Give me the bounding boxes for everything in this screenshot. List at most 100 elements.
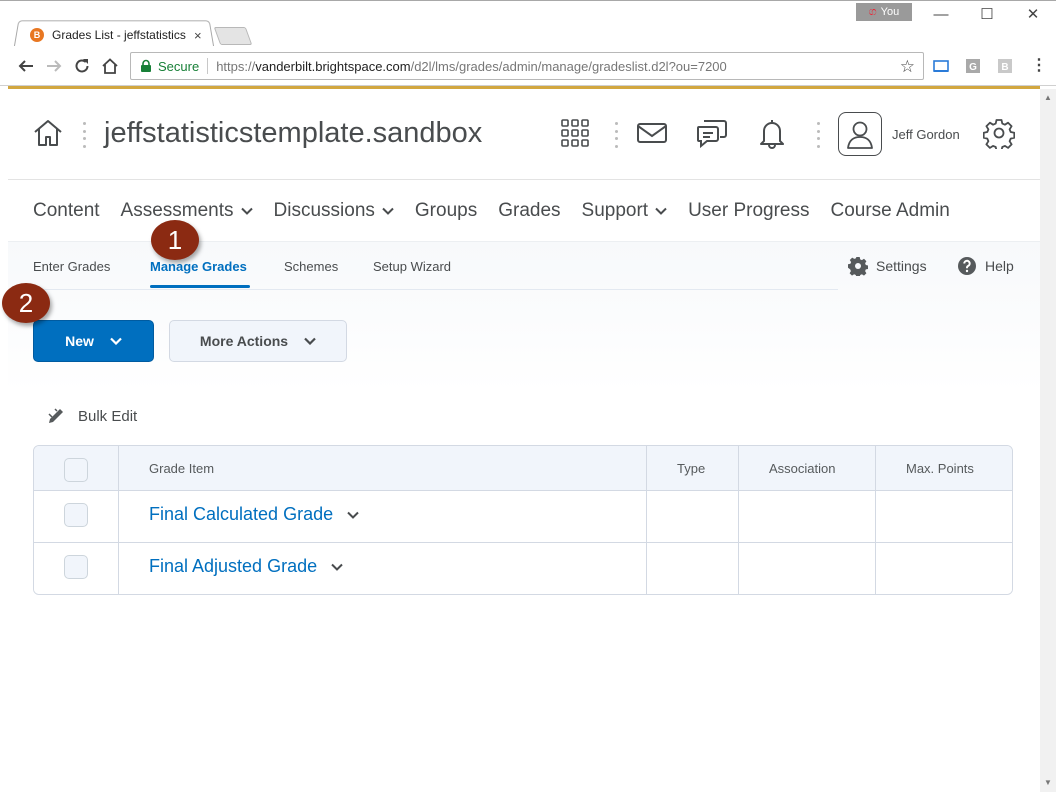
table-header-row: Grade Item Type Association Max. Points — [34, 446, 1012, 491]
address-divider — [207, 58, 209, 74]
user-name[interactable]: Jeff Gordon — [892, 127, 960, 142]
cast-icon[interactable] — [932, 57, 950, 75]
home-icon[interactable] — [98, 54, 122, 78]
avatar-icon — [847, 121, 873, 149]
window-maximize-button[interactable]: ☐ — [964, 5, 1010, 25]
bulk-edit-label: Bulk Edit — [78, 407, 138, 425]
nav-item-grades[interactable]: Grades — [498, 200, 560, 222]
page-scrollbar[interactable]: ▲ ▼ — [1040, 89, 1056, 792]
chevron-down-icon[interactable] — [347, 511, 359, 519]
association-cell — [739, 491, 876, 542]
row-checkbox[interactable] — [64, 555, 88, 579]
step-callout-1: 1 — [151, 220, 199, 260]
nav-item-label: Support — [581, 200, 649, 221]
active-tab-indicator — [150, 285, 250, 288]
settings-label: Settings — [876, 258, 927, 274]
address-bar[interactable]: Secure https://vanderbilt.brightspace.co… — [130, 52, 924, 80]
new-button[interactable]: New — [33, 320, 154, 362]
brightspace-favicon-icon: B — [30, 28, 44, 42]
scroll-up-icon[interactable]: ▲ — [1044, 93, 1052, 102]
grades-table: Grade Item Type Association Max. Points … — [33, 445, 1013, 595]
nav-item-groups[interactable]: Groups — [415, 200, 477, 222]
secure-label: Secure — [158, 58, 200, 74]
nav-item-user-progress[interactable]: User Progress — [688, 200, 809, 222]
select-all-checkbox[interactable] — [64, 458, 88, 482]
divider-dots-icon — [615, 122, 619, 148]
url-text: https://vanderbilt.brightspace.com/d2l/l… — [216, 59, 727, 74]
home-icon[interactable] — [32, 117, 64, 149]
course-header: jeffstatisticstemplate.sandbox Jeff Gord… — [8, 89, 1040, 180]
chevron-down-icon — [110, 337, 122, 345]
help-label: Help — [985, 258, 1014, 274]
tab-close-icon[interactable]: × — [194, 28, 202, 43]
nav-item-label: Groups — [414, 200, 478, 221]
nav-item-label: Course Admin — [830, 200, 950, 221]
nav-item-discussions[interactable]: Discussions — [274, 200, 394, 222]
scroll-down-icon[interactable]: ▼ — [1044, 778, 1052, 787]
new-tab-button[interactable] — [213, 27, 253, 45]
step-callout-2: 2 — [2, 283, 50, 323]
column-header: Type — [677, 461, 706, 476]
reload-icon[interactable] — [70, 54, 94, 78]
tab-manage-grades[interactable]: Manage Grades — [150, 259, 247, 274]
url-host: vanderbilt.brightspace.com — [255, 58, 411, 74]
waffle-icon[interactable] — [559, 117, 591, 149]
column-header: Max. Points — [906, 461, 974, 476]
nav-item-assessments[interactable]: Assessments — [121, 200, 253, 222]
forward-icon[interactable] — [42, 54, 66, 78]
extension-b-icon[interactable]: B — [996, 57, 1014, 75]
tab-schemes[interactable]: Schemes — [284, 259, 338, 274]
svg-text:B: B — [1001, 62, 1008, 73]
table-row: Final Calculated Grade — [34, 491, 1012, 543]
tab-enter-grades[interactable]: Enter Grades — [33, 259, 110, 274]
grade-item-cell: Final Calculated Grade — [119, 491, 647, 542]
help-link[interactable]: Help — [957, 256, 1014, 276]
type-cell — [647, 543, 739, 594]
back-icon[interactable] — [14, 54, 38, 78]
grade-item-link[interactable]: Final Calculated Grade — [149, 504, 359, 525]
grade-item-link[interactable]: Final Adjusted Grade — [149, 556, 343, 577]
max-points-cell — [876, 543, 1012, 594]
header-cell-select — [34, 446, 119, 490]
column-header: Grade Item — [149, 461, 215, 476]
settings-link[interactable]: Settings — [848, 256, 927, 276]
row-checkbox[interactable] — [64, 503, 88, 527]
pencil-icon — [48, 408, 63, 423]
bulk-edit-button[interactable]: Bulk Edit — [46, 406, 137, 426]
chevron-down-icon[interactable] — [331, 563, 343, 571]
url-scheme: https:// — [216, 58, 256, 74]
association-cell — [739, 543, 876, 594]
gear-icon — [848, 257, 868, 276]
nav-item-label: Discussions — [273, 200, 375, 221]
divider-dots-icon — [83, 122, 87, 148]
mail-icon[interactable] — [636, 117, 668, 149]
grade-item-cell: Final Adjusted Grade — [119, 543, 647, 594]
tab-setup-wizard[interactable]: Setup Wizard — [373, 259, 451, 274]
star-icon[interactable]: ☆ — [900, 57, 915, 77]
more-actions-button[interactable]: More Actions — [169, 320, 347, 362]
column-header: Association — [769, 461, 836, 476]
browser-titlebar: B Grades List - jeffstatistics × ග You —… — [0, 0, 1056, 49]
nav-item-content[interactable]: Content — [33, 200, 100, 222]
profile-icon: ග — [868, 5, 877, 18]
window-close-button[interactable]: ✕ — [1010, 5, 1056, 25]
browser-tab-content[interactable]: B Grades List - jeffstatistics × — [24, 24, 210, 46]
nav-item-support[interactable]: Support — [582, 200, 668, 222]
type-cell — [647, 491, 739, 542]
nav-item-course-admin[interactable]: Course Admin — [831, 200, 950, 222]
avatar[interactable] — [838, 112, 882, 156]
header-cell-association: Association — [739, 446, 876, 490]
gear-icon[interactable] — [983, 117, 1015, 149]
chevron-down-icon — [304, 337, 316, 345]
course-title[interactable]: jeffstatisticstemplate.sandbox — [104, 117, 482, 150]
browser-toolbar: Secure https://vanderbilt.brightspace.co… — [0, 46, 1056, 86]
chat-icon[interactable] — [696, 117, 728, 149]
extension-g-icon[interactable]: G — [964, 57, 982, 75]
row-select-cell — [34, 491, 119, 542]
nav-item-label: Content — [33, 200, 100, 221]
menu-icon[interactable]: ⋮ — [1031, 56, 1047, 76]
profile-badge[interactable]: ග You — [856, 3, 912, 21]
grade-item-name: Final Calculated Grade — [149, 504, 334, 524]
window-minimize-button[interactable]: — — [918, 5, 964, 25]
bell-icon[interactable] — [756, 117, 788, 149]
